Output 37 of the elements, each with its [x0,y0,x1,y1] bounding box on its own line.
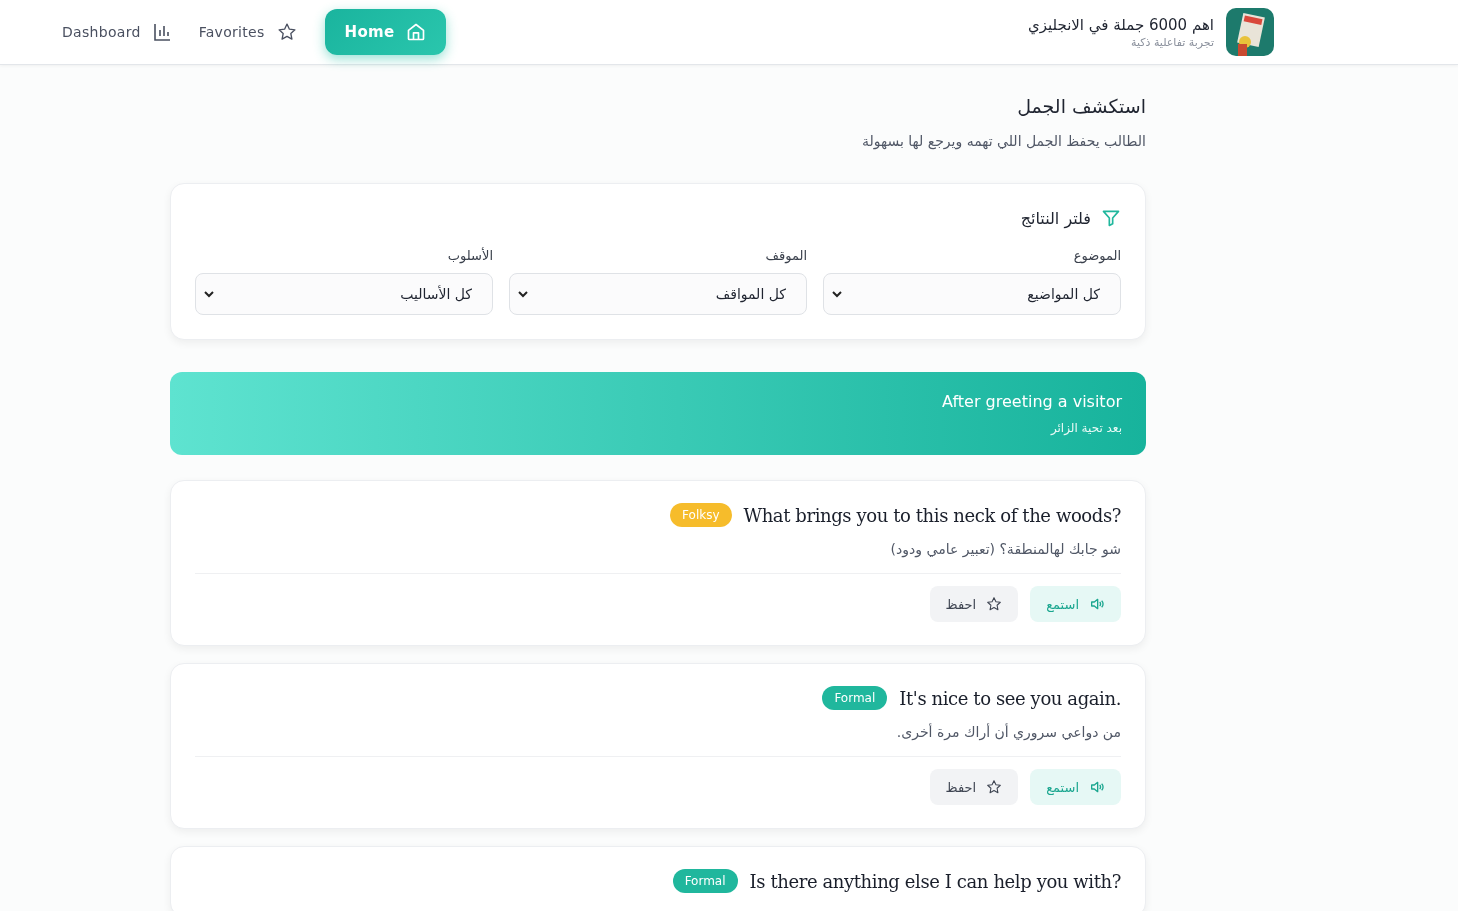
star-icon [986,779,1003,795]
chevron-down-icon [832,290,842,298]
phrase-text: It's nice to see you again. [899,687,1121,709]
bar-chart-icon [152,23,171,41]
nav-tab[interactable]: Favorites [198,22,297,42]
star-icon [276,22,297,42]
app-subtitle: تجربة تفاعلية ذكية [1130,35,1214,49]
save-button[interactable]: احفظ [929,769,1019,805]
field-label: الموضوع [1072,248,1121,263]
phrase-text: Is there anything else I can help you with? [749,870,1121,892]
speaker-icon [1089,596,1105,612]
translation-text: من دواعي سروري أن أراك مرة أخرى. [195,724,1121,757]
star-icon [986,596,1003,612]
home-icon [406,22,427,42]
chevron-down-icon [204,290,214,298]
select-field[interactable]: كل المواقف [509,273,807,315]
style-tag: Formal [672,869,738,893]
filter-icon [1101,208,1121,228]
category-subtitle: بعد تحية الزائر [1049,421,1122,435]
field-label: الموقف [764,248,807,263]
field-label: الأسلوب [446,248,493,263]
app-logo-icon [1226,8,1274,56]
select-field[interactable]: كل الأساليب [195,273,493,315]
select-field[interactable]: كل المواضيع [823,273,1121,315]
style-tag: Folksy [670,503,732,527]
app-title: اهم 6000 جملة في الانجليزي [1027,15,1214,34]
page-title: استكشف الجمل [1016,95,1146,117]
nav-tab[interactable]: Dashboard [62,23,171,41]
speaker-icon [1089,779,1105,795]
page-subtitle: الطالب يحفظ الجمل اللي تهمه ويرجع لها بسهولة [861,133,1146,149]
chevron-down-icon [518,290,528,298]
save-button[interactable]: احفظ [929,586,1019,622]
style-tag: Formal [822,686,888,710]
translation-text: شو جابك لهالمنطقة؟ (تعبير عامي ودود) [195,541,1121,574]
filter-title: فلتر النتائج [1020,208,1091,228]
phrase-text: What brings you to this neck of the woods? [743,504,1121,526]
category-title: After greeting a visitor [941,392,1122,411]
